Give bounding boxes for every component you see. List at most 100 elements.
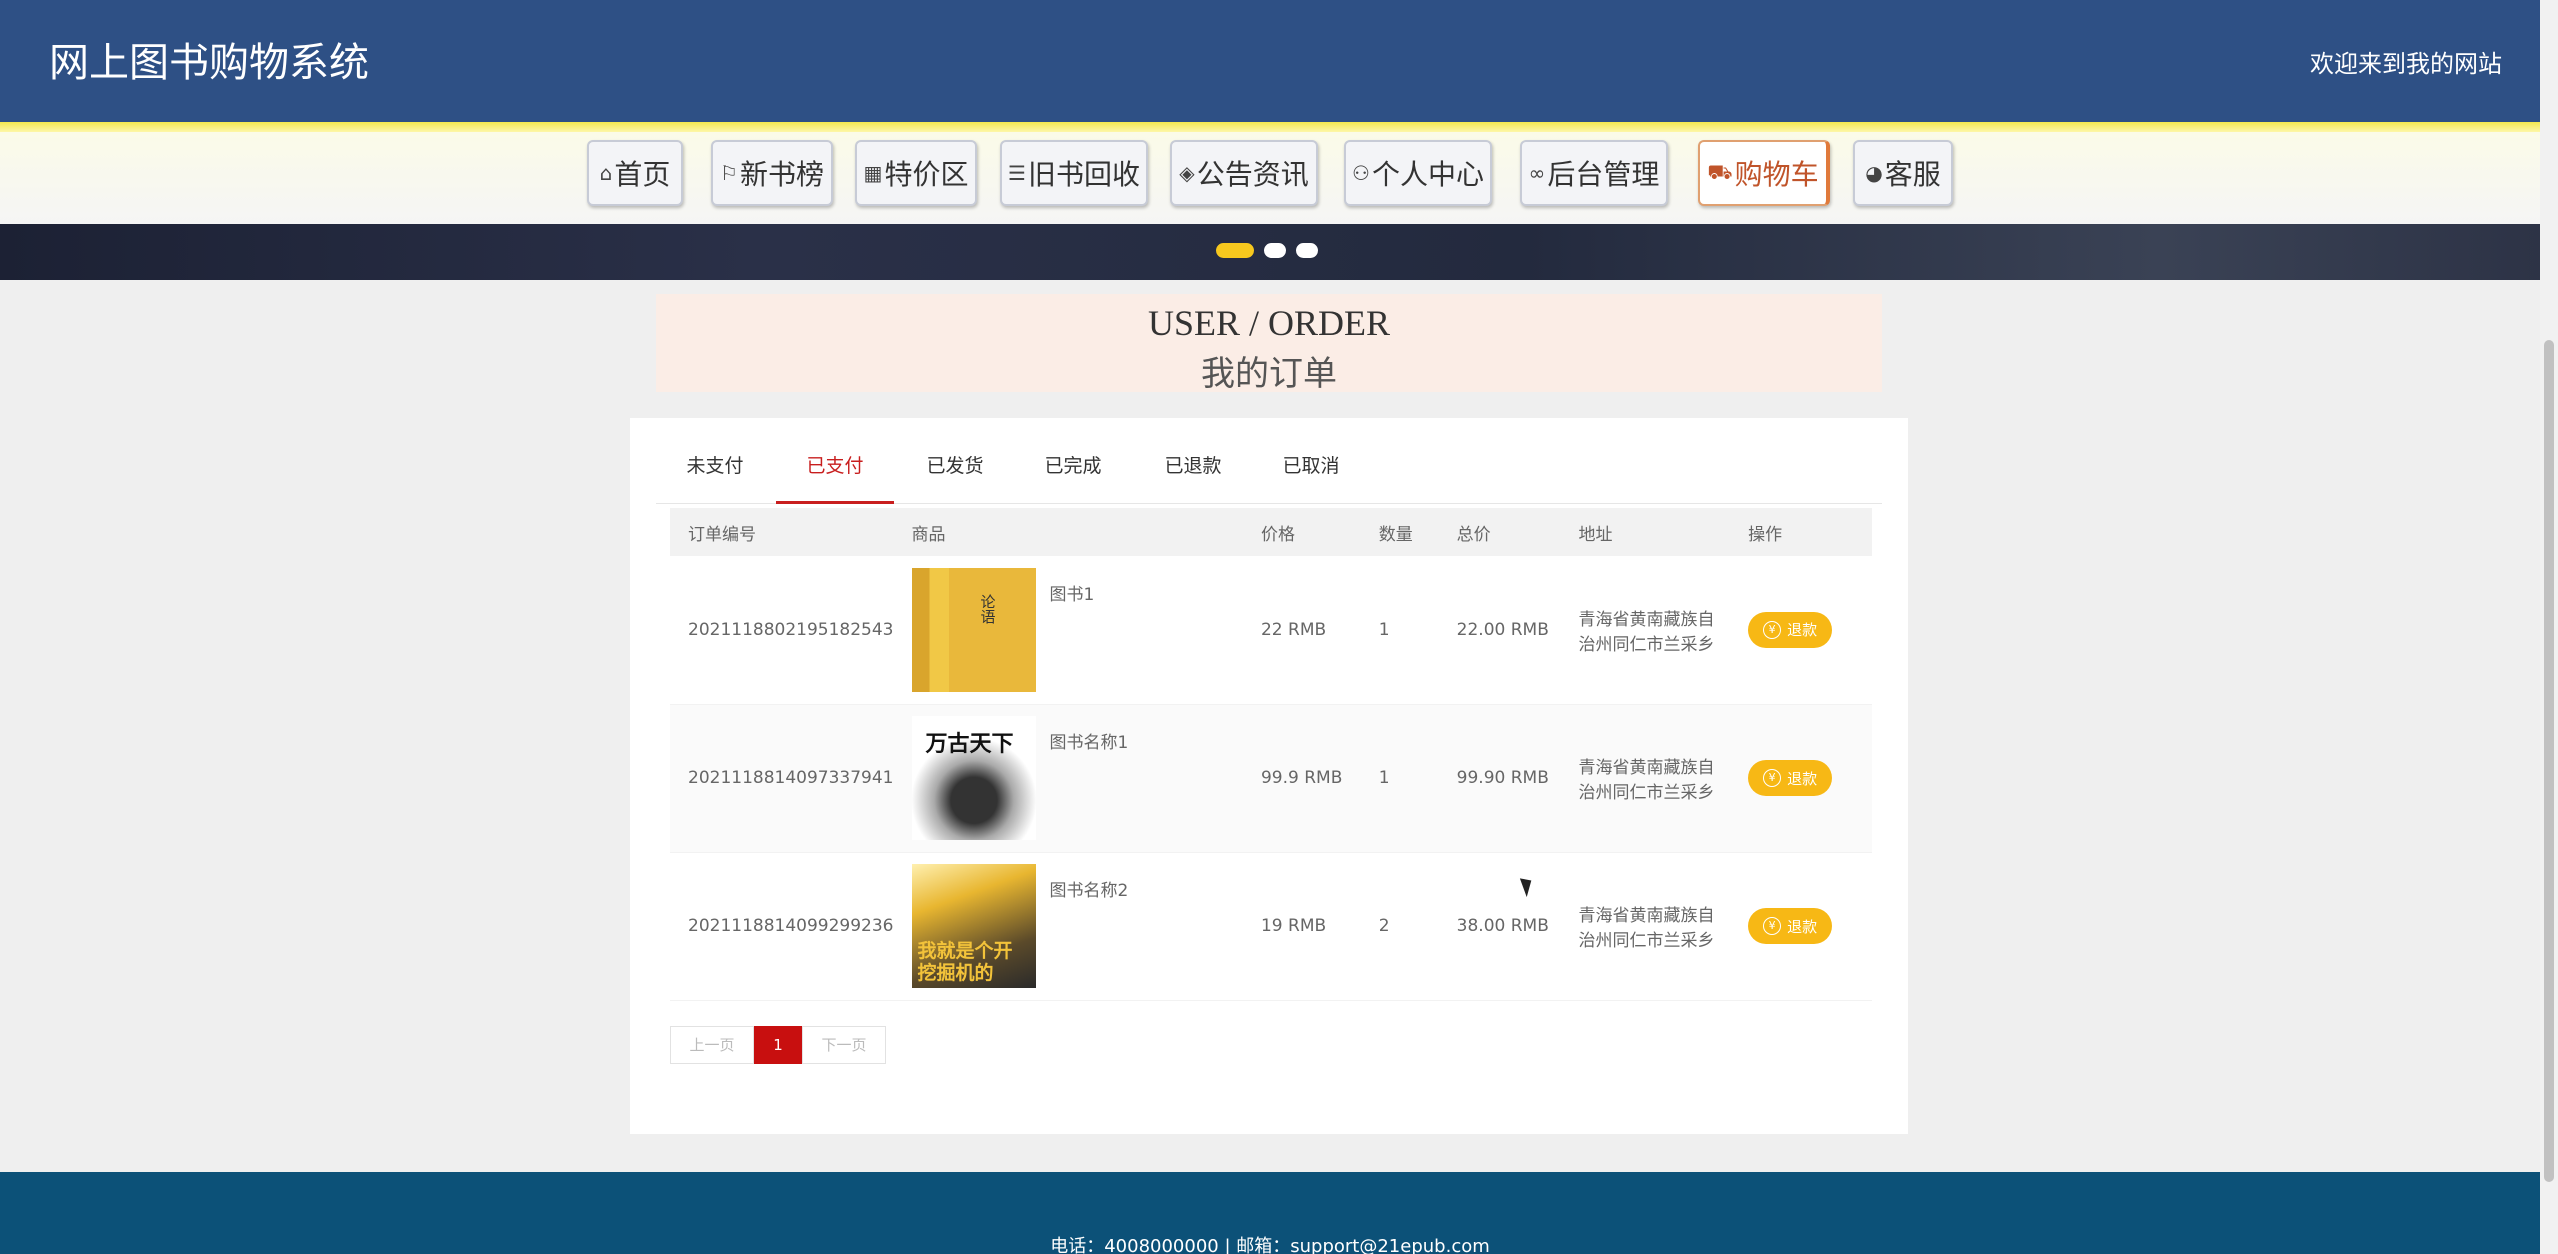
refund-label: 退款 — [1787, 769, 1818, 788]
tab-unpaid[interactable]: 未支付 — [656, 438, 774, 504]
price: 99.9 RMB — [1242, 704, 1361, 852]
site-footer: 电话：4008000000 | 邮箱：support@21epub.com — [0, 1172, 2540, 1254]
book-cover-image[interactable] — [911, 567, 1036, 692]
order-heading-en: USER / ORDER — [1147, 303, 1391, 343]
nav-recycle[interactable]: ☰ 旧书回收 — [1000, 140, 1148, 206]
nav-admin[interactable]: ∞ 后台管理 — [1520, 140, 1668, 206]
table-row: 2021118814097337941 图书名称1 99.9 RMB 1 99.… — [670, 704, 1872, 852]
footer-contact: 电话：4008000000 | 邮箱：support@21epub.com — [1050, 1236, 1490, 1254]
tab-shipped[interactable]: 已发货 — [896, 438, 1014, 504]
grid-icon: ▦ — [863, 161, 883, 185]
refund-button[interactable]: ¥ 退款 — [1748, 908, 1833, 944]
col-action: 操作 — [1730, 508, 1872, 556]
refund-button[interactable]: ¥ 退款 — [1748, 760, 1833, 796]
col-price: 价格 — [1242, 508, 1361, 556]
total: 22.00 RMB — [1456, 619, 1549, 640]
scrollbar-thumb[interactable] — [2544, 340, 2554, 1182]
quantity: 1 — [1360, 704, 1439, 852]
tab-completed[interactable]: 已完成 — [1014, 438, 1132, 504]
address: 青海省黄南藏族自治州同仁市兰采乡 — [1560, 704, 1731, 852]
support-icon: ◕ — [1865, 161, 1883, 185]
book-name[interactable]: 图书名称1 — [1050, 728, 1129, 753]
order-status-tabs: 未支付 已支付 已发货 已完成 已退款 已取消 — [656, 438, 1882, 504]
table-header-row: 订单编号 商品 价格 数量 总价 地址 操作 — [670, 508, 1872, 556]
cart-icon: ⛟ — [1707, 159, 1733, 184]
header-divider — [0, 122, 2540, 132]
table-row: 2021118802195182543 图书1 22 RMB 1 22.00 R… — [670, 556, 1872, 704]
pagination: 上一页 1 下一页 — [670, 1026, 886, 1064]
yen-icon: ¥ — [1763, 769, 1782, 787]
product-cell: 图书1 — [894, 556, 1243, 704]
prev-page-button[interactable]: 上一页 — [670, 1026, 754, 1064]
site-header: 网上图书购物系统 欢迎来到我的网站 — [0, 0, 2540, 122]
home-icon: ⌂ — [599, 161, 613, 185]
order-no: 2021118802195182543 — [688, 619, 894, 640]
price: 19 RMB — [1260, 916, 1327, 936]
nav-home[interactable]: ⌂ 首页 — [587, 140, 683, 206]
order-no: 2021118814099299236 — [688, 916, 894, 936]
site-title: 网上图书购物系统 — [49, 40, 369, 86]
address: 青海省黄南藏族自治州同仁市兰采乡 — [1578, 906, 1715, 951]
col-address: 地址 — [1560, 508, 1731, 556]
next-page-button[interactable]: 下一页 — [802, 1026, 886, 1064]
yen-icon: ¥ — [1763, 917, 1782, 935]
table-row: 2021118814099299236 图书名称2 19 RMB 2 38.00… — [670, 852, 1872, 1000]
main-nav: ⌂ 首页 ⚐ 新书榜 ▦ 特价区 ☰ 旧书回收 ◈ 公告资讯 ⚇ 个人中心 ∞ 后台管理 ⛟ 购… — [0, 132, 2540, 224]
nav-label: 旧书回收 — [1027, 158, 1140, 191]
nav-news[interactable]: ◈ 公告资讯 — [1170, 140, 1318, 206]
nav-label: 客服 — [1884, 158, 1941, 191]
order-heading-cn: 我的订单 — [1201, 354, 1337, 394]
nav-profile[interactable]: ⚇ 个人中心 — [1344, 140, 1492, 206]
refund-label: 退款 — [1787, 917, 1818, 936]
book-cover-image[interactable] — [911, 716, 1036, 840]
nav-label: 首页 — [614, 158, 671, 191]
total: 99.90 RMB — [1438, 704, 1561, 852]
tab-cancelled[interactable]: 已取消 — [1252, 438, 1370, 504]
col-product: 商品 — [893, 508, 1243, 556]
flag-icon: ⚐ — [720, 161, 738, 185]
quantity: 1 — [1378, 619, 1390, 640]
nav-support[interactable]: ◕ 客服 — [1853, 140, 1953, 206]
book-name[interactable]: 图书名称2 — [1050, 876, 1129, 901]
action-cell: ¥ 退款 — [1730, 556, 1872, 704]
order-no: 2021118814097337941 — [670, 704, 894, 852]
order-heading: USER / ORDER 我的订单 — [656, 294, 1882, 394]
tab-refunded[interactable]: 已退款 — [1134, 438, 1252, 504]
order-panel: 未支付 已支付 已发货 已完成 已退款 已取消 订单编号 商品 价格 数量 总价… — [630, 418, 1908, 1134]
product-cell: 图书名称2 — [894, 852, 1243, 1000]
current-page[interactable]: 1 — [754, 1026, 802, 1064]
yen-icon: ¥ — [1763, 620, 1782, 639]
refund-label: 退款 — [1787, 621, 1818, 640]
book-name[interactable]: 图书1 — [1050, 580, 1095, 605]
page-scrollbar[interactable] — [2540, 0, 2558, 1254]
layers-icon: ◈ — [1179, 161, 1195, 185]
nav-new-books[interactable]: ⚐ 新书榜 — [711, 140, 833, 206]
carousel-dot[interactable] — [1296, 243, 1318, 258]
total: 38.00 RMB — [1456, 916, 1549, 936]
nav-label: 特价区 — [884, 158, 969, 191]
col-total: 总价 — [1438, 508, 1561, 556]
nav-cart[interactable]: ⛟ 购物车 — [1698, 140, 1830, 206]
product-cell: 图书名称1 — [893, 704, 1243, 852]
welcome-text: 欢迎来到我的网站 — [2310, 50, 2502, 78]
nav-label: 购物车 — [1734, 158, 1819, 191]
user-icon: ⚇ — [1352, 161, 1370, 185]
col-qty: 数量 — [1360, 508, 1439, 556]
nav-label: 后台管理 — [1547, 158, 1660, 191]
sliders-icon: ☰ — [1008, 161, 1026, 185]
tab-paid[interactable]: 已支付 — [776, 438, 894, 504]
order-table: 订单编号 商品 价格 数量 总价 地址 操作 20211188021951825… — [670, 508, 1872, 1001]
nav-specials[interactable]: ▦ 特价区 — [855, 140, 977, 206]
book-cover-image[interactable] — [911, 864, 1036, 988]
carousel-indicators — [1216, 243, 1318, 258]
refund-button[interactable]: ¥ 退款 — [1748, 611, 1833, 648]
action-cell: ¥ 退款 — [1730, 704, 1872, 852]
quantity: 2 — [1378, 916, 1390, 936]
nav-label: 公告资讯 — [1196, 158, 1309, 191]
col-order-no: 订单编号 — [670, 508, 894, 556]
action-cell: ¥ 退款 — [1730, 852, 1872, 1000]
address: 青海省黄南藏族自治州同仁市兰采乡 — [1578, 609, 1715, 655]
carousel-dot[interactable] — [1264, 243, 1286, 258]
carousel-dot[interactable] — [1216, 243, 1254, 258]
nav-label: 个人中心 — [1371, 158, 1484, 191]
